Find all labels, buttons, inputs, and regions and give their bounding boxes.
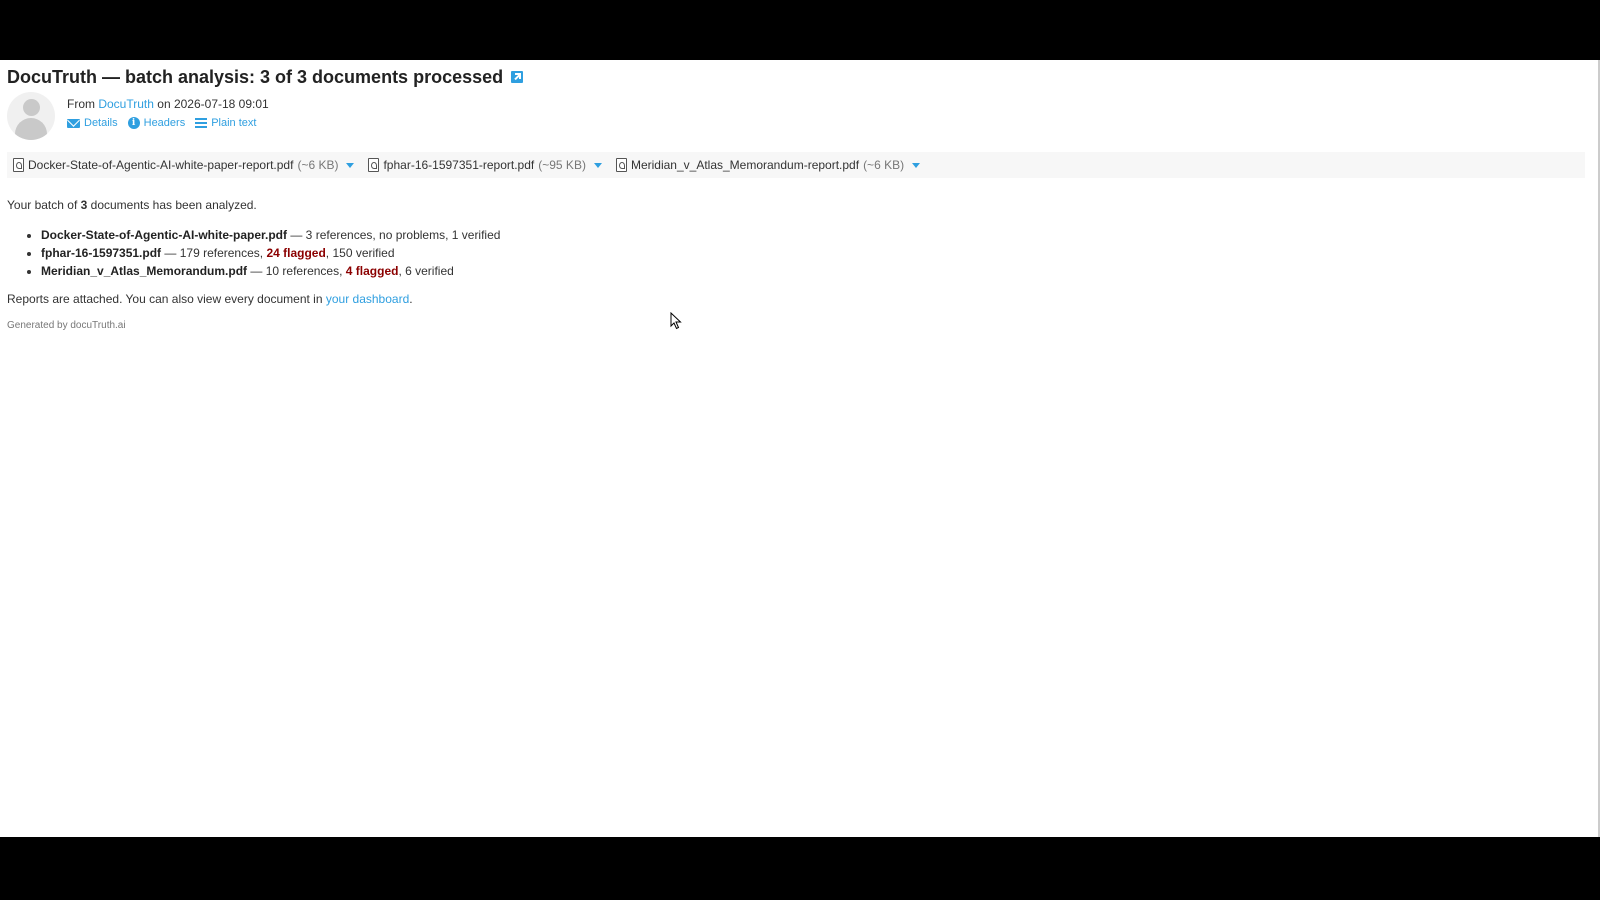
date-text: on 2026-07-18 09:01 [157,97,269,111]
dashboard-link[interactable]: your dashboard [326,292,409,306]
sender-meta: From DocuTruth on 2026-07-18 09:01 Detai… [67,97,269,140]
document-summary: — 3 references, no problems, 1 verified [287,228,501,242]
intro-text-end: documents has been analyzed. [87,198,257,212]
pdf-file-icon [13,158,24,172]
attachment-size: (~6 KB) [863,158,905,172]
document-name: Meridian_v_Atlas_Memorandum.pdf [41,264,248,278]
attachment-size: (~95 KB) [538,158,586,172]
reports-text-end: . [409,292,413,306]
plain-text-label: Plain text [211,117,257,129]
chevron-down-icon[interactable] [593,162,602,168]
avatar [7,92,55,140]
chevron-down-icon[interactable] [912,162,921,168]
flagged-count: 24 flagged [266,246,326,260]
email-subject: DocuTruth — batch analysis: 3 of 3 docum… [7,64,1591,90]
details-button[interactable]: Details [67,117,118,129]
list-item: fphar-16-1597351.pdf — 179 references, 2… [41,244,1591,262]
open-external-icon[interactable] [511,71,524,83]
subject-text: DocuTruth — batch analysis: 3 of 3 docum… [7,66,504,87]
document-name: Docker-State-of-Agentic-AI-white-paper.p… [41,228,288,242]
generated-by-note: Generated by docuTruth.ai [7,320,126,331]
avatar-body [15,118,47,140]
reports-paragraph: Reports are attached. You can also view … [7,292,1591,306]
document-summary: — 179 references, [161,246,267,260]
reports-text: Reports are attached. You can also view … [7,292,326,306]
document-list: Docker-State-of-Agentic-AI-white-paper.p… [7,226,1591,280]
plain-text-button[interactable]: Plain text [195,117,256,129]
headers-button[interactable]: i Headers [127,117,186,129]
attachment-name: fphar-16-1597351-report.pdf [383,158,535,172]
avatar-head [23,99,40,116]
lines-icon [195,117,208,129]
pdf-file-icon [615,158,627,172]
info-icon: i [127,117,140,129]
message-actions: Details i Headers Plain text [67,117,269,129]
envelope-icon [67,118,80,128]
details-label: Details [84,117,118,129]
intro-text: Your batch of [7,198,81,212]
intro-paragraph: Your batch of 3 documents has been analy… [7,198,1591,212]
chevron-down-icon[interactable] [346,162,355,168]
pdf-file-icon [368,158,380,172]
verified-count: , 6 verified [398,264,454,278]
verified-count: , 150 verified [325,246,395,260]
sender-link[interactable]: DocuTruth [98,97,154,111]
list-item: Meridian_v_Atlas_Memorandum.pdf — 10 ref… [41,262,1591,280]
document-name: fphar-16-1597351.pdf [41,246,162,260]
from-line: From DocuTruth on 2026-07-18 09:01 [67,97,269,111]
attachment-size: (~6 KB) [297,158,339,172]
sender-header: From DocuTruth on 2026-07-18 09:01 Detai… [7,92,1591,140]
from-label: From [67,97,95,111]
list-item: Docker-State-of-Agentic-AI-white-paper.p… [41,226,1591,244]
email-body: Your batch of 3 documents has been analy… [7,198,1591,331]
attachment-name: Meridian_v_Atlas_Memorandum-report.pdf [630,158,860,172]
attachment-item[interactable]: fphar-16-1597351-report.pdf (~95 KB) [368,158,602,172]
flagged-count: 4 flagged [345,264,399,278]
attachment-item[interactable]: Docker-State-of-Agentic-AI-white-paper-r… [13,158,355,172]
headers-label: Headers [143,117,186,129]
attachment-item[interactable]: Meridian_v_Atlas_Memorandum-report.pdf (… [615,158,921,172]
attachment-bar: Docker-State-of-Agentic-AI-white-paper-r… [7,152,1585,178]
email-viewer: DocuTruth — batch analysis: 3 of 3 docum… [0,60,1600,837]
document-summary: — 10 references, [247,264,346,278]
attachment-name: Docker-State-of-Agentic-AI-white-paper-r… [28,158,294,172]
